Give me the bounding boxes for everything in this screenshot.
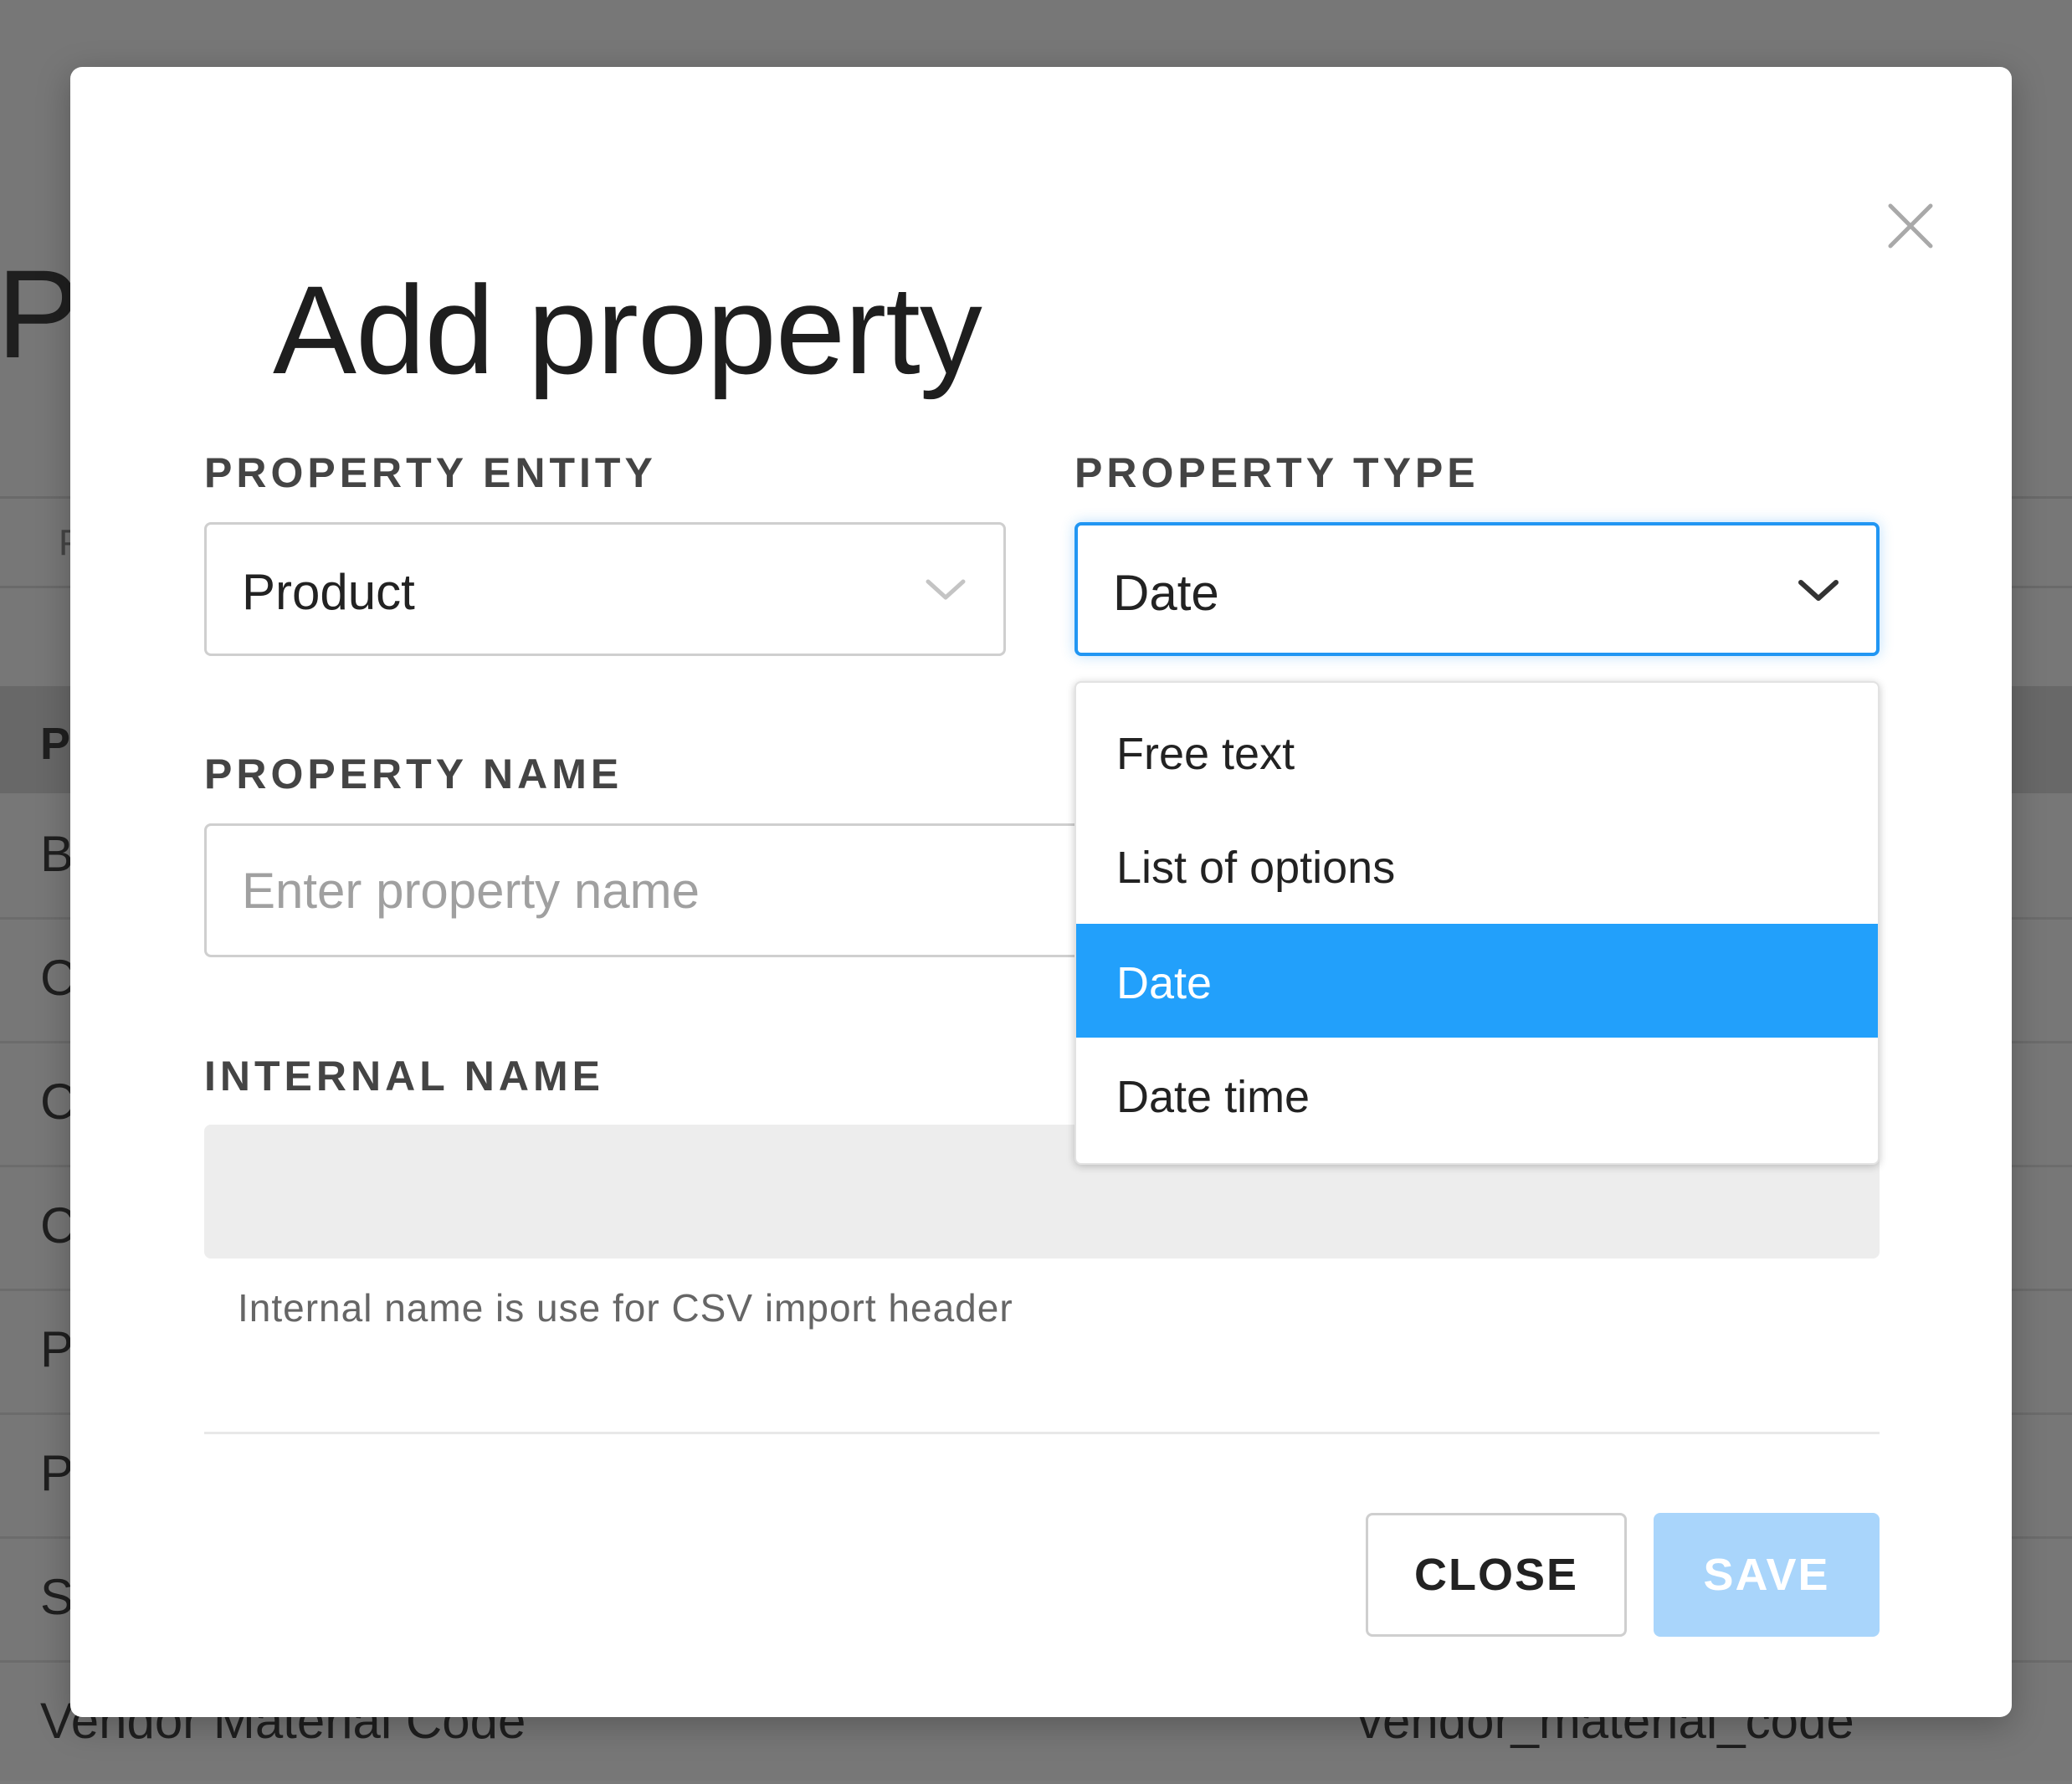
option-label: Date [1116, 958, 1213, 1008]
dropdown-option-date-time[interactable]: Date time [1076, 1038, 1878, 1151]
property-entity-label: PROPERTY ENTITY [204, 449, 657, 496]
background-page-title: P [0, 244, 81, 384]
footer-divider [204, 1432, 1880, 1434]
option-label: List of options [1116, 843, 1396, 893]
save-button[interactable]: SAVE [1654, 1513, 1880, 1637]
background-row-name: S [40, 1569, 74, 1625]
property-entity-select[interactable]: Product [204, 522, 1006, 656]
close-icon[interactable] [1877, 192, 1944, 259]
dropdown-option-list-of-options[interactable]: List of options [1076, 808, 1878, 922]
internal-name-help-text: Internal name is use for CSV import head… [238, 1286, 1013, 1330]
internal-name-label: INTERNAL NAME [204, 1053, 604, 1100]
background-row-name: P [40, 1445, 74, 1501]
dropdown-option-free-text[interactable]: Free text [1076, 695, 1878, 808]
background-row-name: P [40, 1321, 74, 1377]
background-header-label: P [40, 719, 71, 769]
property-type-select[interactable]: Date [1074, 522, 1880, 656]
property-name-label: PROPERTY NAME [204, 751, 623, 797]
option-label: Date time [1116, 1072, 1310, 1122]
dialog-title: Add property [273, 259, 982, 400]
property-type-dropdown: Free text List of options Date Date time [1074, 681, 1880, 1165]
property-type-value: Date [1113, 565, 1219, 621]
chevron-down-icon [926, 579, 966, 600]
chevron-down-icon [1798, 580, 1839, 601]
close-button[interactable]: CLOSE [1366, 1513, 1627, 1637]
option-label: Free text [1116, 729, 1295, 779]
background-row-name: B [40, 826, 74, 882]
property-type-label: PROPERTY TYPE [1074, 449, 1480, 496]
dropdown-option-date[interactable]: Date [1076, 924, 1878, 1038]
property-entity-value: Product [242, 564, 415, 620]
